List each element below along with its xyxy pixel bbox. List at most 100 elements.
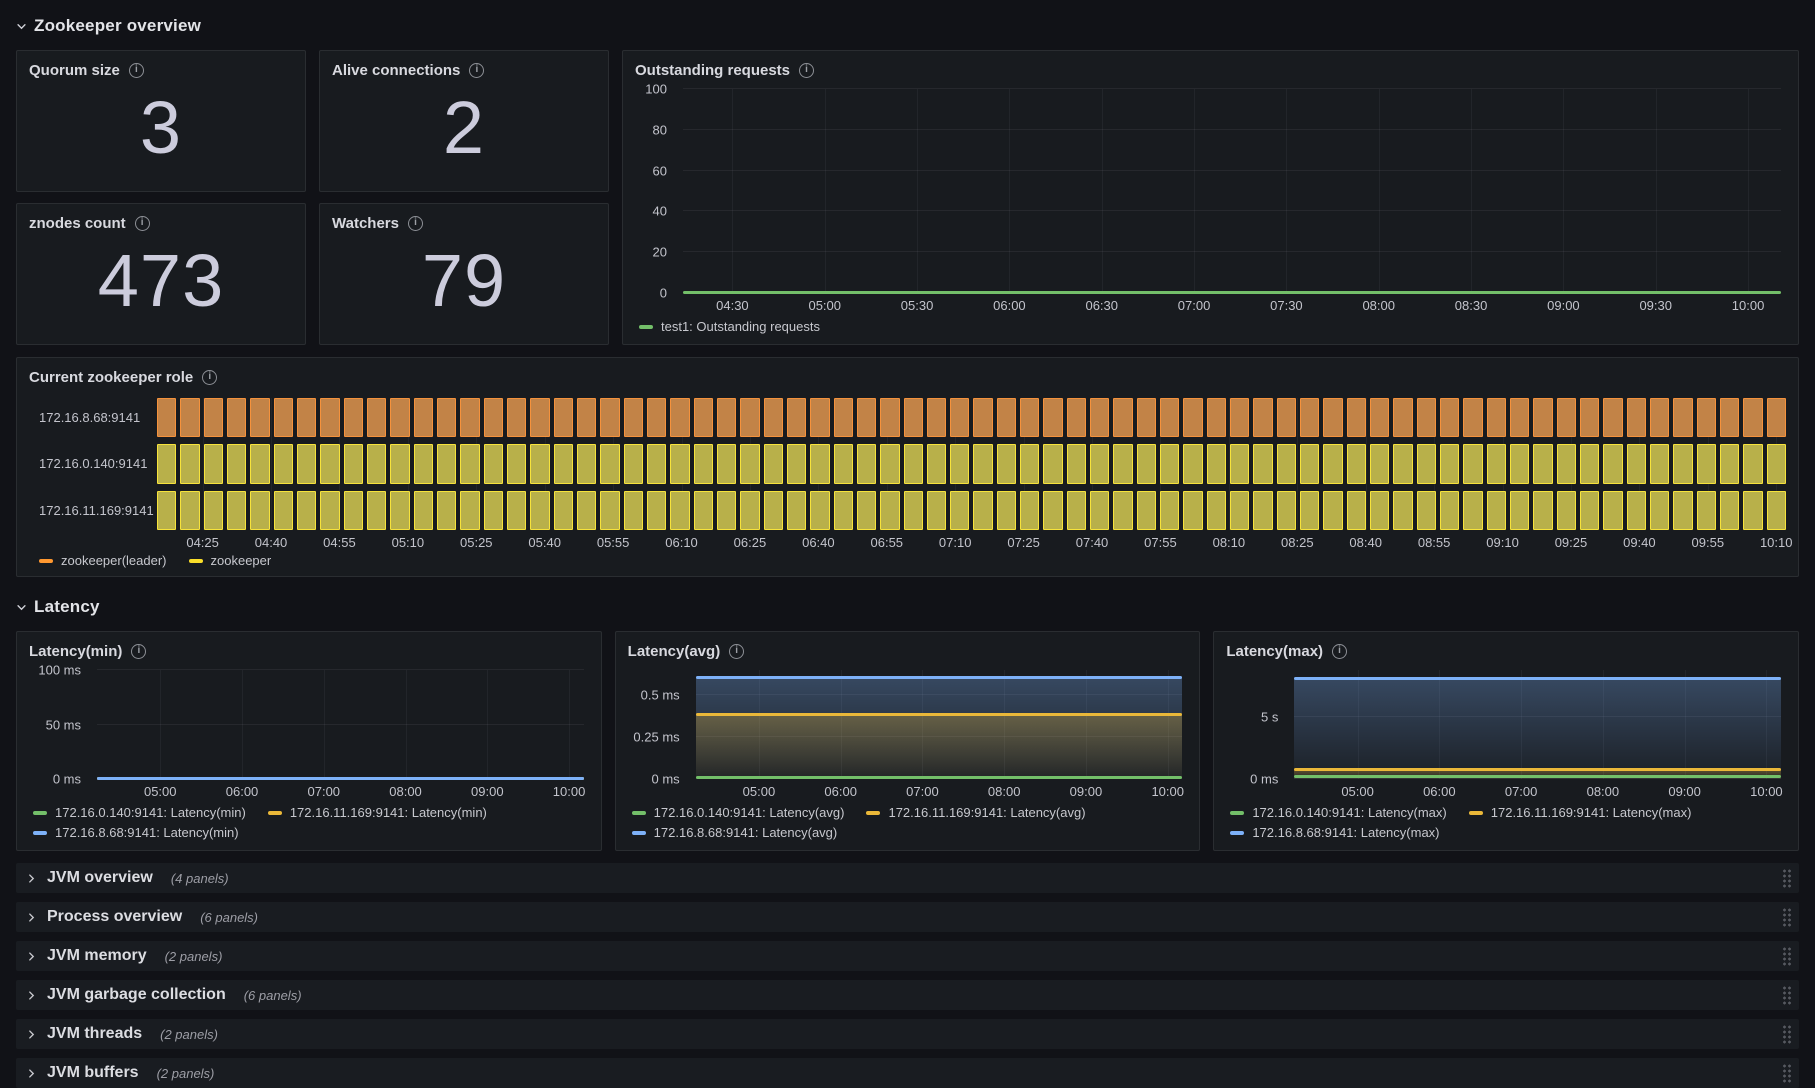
state-block[interactable]: [763, 398, 783, 438]
legend-item[interactable]: 172.16.11.169:9141: Latency(min): [267, 805, 487, 820]
state-block[interactable]: [1626, 398, 1646, 438]
state-block[interactable]: [786, 444, 807, 484]
state-block[interactable]: [996, 490, 1017, 530]
state-block[interactable]: [1696, 444, 1716, 484]
state-block[interactable]: [413, 398, 433, 438]
state-block[interactable]: [226, 398, 247, 438]
state-block[interactable]: [1533, 398, 1553, 438]
state-block[interactable]: [1183, 490, 1203, 530]
panel-title[interactable]: Quorum size: [29, 62, 120, 79]
state-block[interactable]: [1556, 398, 1577, 438]
state-block[interactable]: [180, 444, 200, 484]
latency-avg-chart[interactable]: 0 ms 0.25 ms 0.5 ms 05:00 06:00 07:00 08:00 09:…: [628, 670, 1188, 799]
panel-title[interactable]: Watchers: [332, 215, 399, 232]
legend-item[interactable]: 172.16.11.169:9141: Latency(max): [1468, 805, 1691, 820]
state-block[interactable]: [1066, 398, 1087, 438]
state-block[interactable]: [1626, 490, 1646, 530]
state-block[interactable]: [1066, 490, 1087, 530]
state-block[interactable]: [810, 490, 830, 530]
state-block[interactable]: [1113, 398, 1133, 438]
state-block[interactable]: [600, 444, 620, 484]
state-block[interactable]: [250, 398, 270, 438]
state-block[interactable]: [1486, 398, 1507, 438]
state-block[interactable]: [436, 398, 457, 438]
state-block[interactable]: [880, 398, 900, 438]
drag-handle-icon[interactable]: [1782, 1024, 1792, 1044]
state-block[interactable]: [600, 398, 620, 438]
state-block[interactable]: [1440, 444, 1460, 484]
latency-max-chart[interactable]: 0 ms 5 s 05:00 06:00 07:00 08:00 09:00 10:00: [1226, 670, 1786, 799]
drag-handle-icon[interactable]: [1782, 868, 1792, 888]
state-block[interactable]: [1650, 444, 1670, 484]
info-icon[interactable]: i: [202, 369, 218, 385]
state-block[interactable]: [226, 490, 247, 530]
state-block[interactable]: [203, 398, 223, 438]
state-block[interactable]: [1486, 490, 1507, 530]
state-block[interactable]: [506, 444, 527, 484]
state-block[interactable]: [623, 444, 643, 484]
state-block[interactable]: [390, 490, 410, 530]
state-block[interactable]: [1510, 398, 1530, 438]
legend-item[interactable]: 172.16.0.140:9141: Latency(min): [33, 805, 246, 820]
state-block[interactable]: [296, 444, 317, 484]
state-block[interactable]: [1276, 490, 1297, 530]
drag-handle-icon[interactable]: [1782, 907, 1792, 927]
state-block[interactable]: [693, 398, 713, 438]
state-block[interactable]: [716, 398, 737, 438]
state-block[interactable]: [483, 398, 503, 438]
section-header-latency[interactable]: Latency: [16, 593, 1799, 621]
drag-handle-icon[interactable]: [1782, 946, 1792, 966]
state-block[interactable]: [273, 490, 293, 530]
state-block[interactable]: [950, 398, 970, 438]
state-block[interactable]: [180, 490, 200, 530]
state-block[interactable]: [880, 490, 900, 530]
state-block[interactable]: [1206, 398, 1227, 438]
panel-title[interactable]: Alive connections: [332, 62, 460, 79]
state-block[interactable]: [1020, 490, 1040, 530]
state-block[interactable]: [296, 398, 317, 438]
drag-handle-icon[interactable]: [1782, 985, 1792, 1005]
plot-area[interactable]: [97, 669, 584, 780]
state-block[interactable]: [203, 490, 223, 530]
role-timeline-plot[interactable]: [157, 398, 1786, 530]
state-block[interactable]: [343, 490, 363, 530]
legend-item[interactable]: 172.16.11.169:9141: Latency(avg): [866, 805, 1086, 820]
state-block[interactable]: [1743, 398, 1763, 438]
state-block[interactable]: [1510, 490, 1530, 530]
state-block[interactable]: [1416, 490, 1437, 530]
drag-handle-icon[interactable]: [1782, 1063, 1792, 1083]
state-block[interactable]: [716, 490, 737, 530]
row-jvm-buffers[interactable]: JVM buffers (2 panels): [16, 1058, 1799, 1088]
state-block[interactable]: [1206, 490, 1227, 530]
state-block[interactable]: [483, 490, 503, 530]
state-block[interactable]: [1766, 490, 1786, 530]
state-block[interactable]: [460, 490, 480, 530]
state-block[interactable]: [926, 490, 947, 530]
state-block[interactable]: [1719, 444, 1740, 484]
state-block[interactable]: [1276, 398, 1297, 438]
legend-item[interactable]: 172.16.8.68:9141: Latency(min): [33, 825, 239, 840]
state-block[interactable]: [646, 490, 667, 530]
state-block[interactable]: [1463, 490, 1483, 530]
state-block[interactable]: [740, 444, 760, 484]
state-block[interactable]: [1370, 490, 1390, 530]
state-block[interactable]: [1580, 398, 1600, 438]
state-block[interactable]: [1766, 444, 1786, 484]
state-block[interactable]: [693, 490, 713, 530]
state-block[interactable]: [623, 490, 643, 530]
state-block[interactable]: [1043, 490, 1063, 530]
state-block[interactable]: [1043, 398, 1063, 438]
state-block[interactable]: [273, 398, 293, 438]
state-block[interactable]: [576, 490, 597, 530]
state-block[interactable]: [460, 398, 480, 438]
outstanding-requests-chart[interactable]: 0 20 40 60 80 100 04:30 05:00 05:30 06:00 06:30 07:…: [635, 82, 1786, 313]
state-block[interactable]: [1463, 444, 1483, 484]
state-block[interactable]: [1696, 490, 1716, 530]
legend-item[interactable]: zookeeper: [188, 553, 271, 568]
panel-title[interactable]: Outstanding requests: [635, 62, 790, 79]
state-block[interactable]: [1090, 398, 1110, 438]
state-block[interactable]: [973, 490, 993, 530]
state-block[interactable]: [1300, 490, 1320, 530]
state-block[interactable]: [1113, 444, 1133, 484]
state-block[interactable]: [1370, 444, 1390, 484]
